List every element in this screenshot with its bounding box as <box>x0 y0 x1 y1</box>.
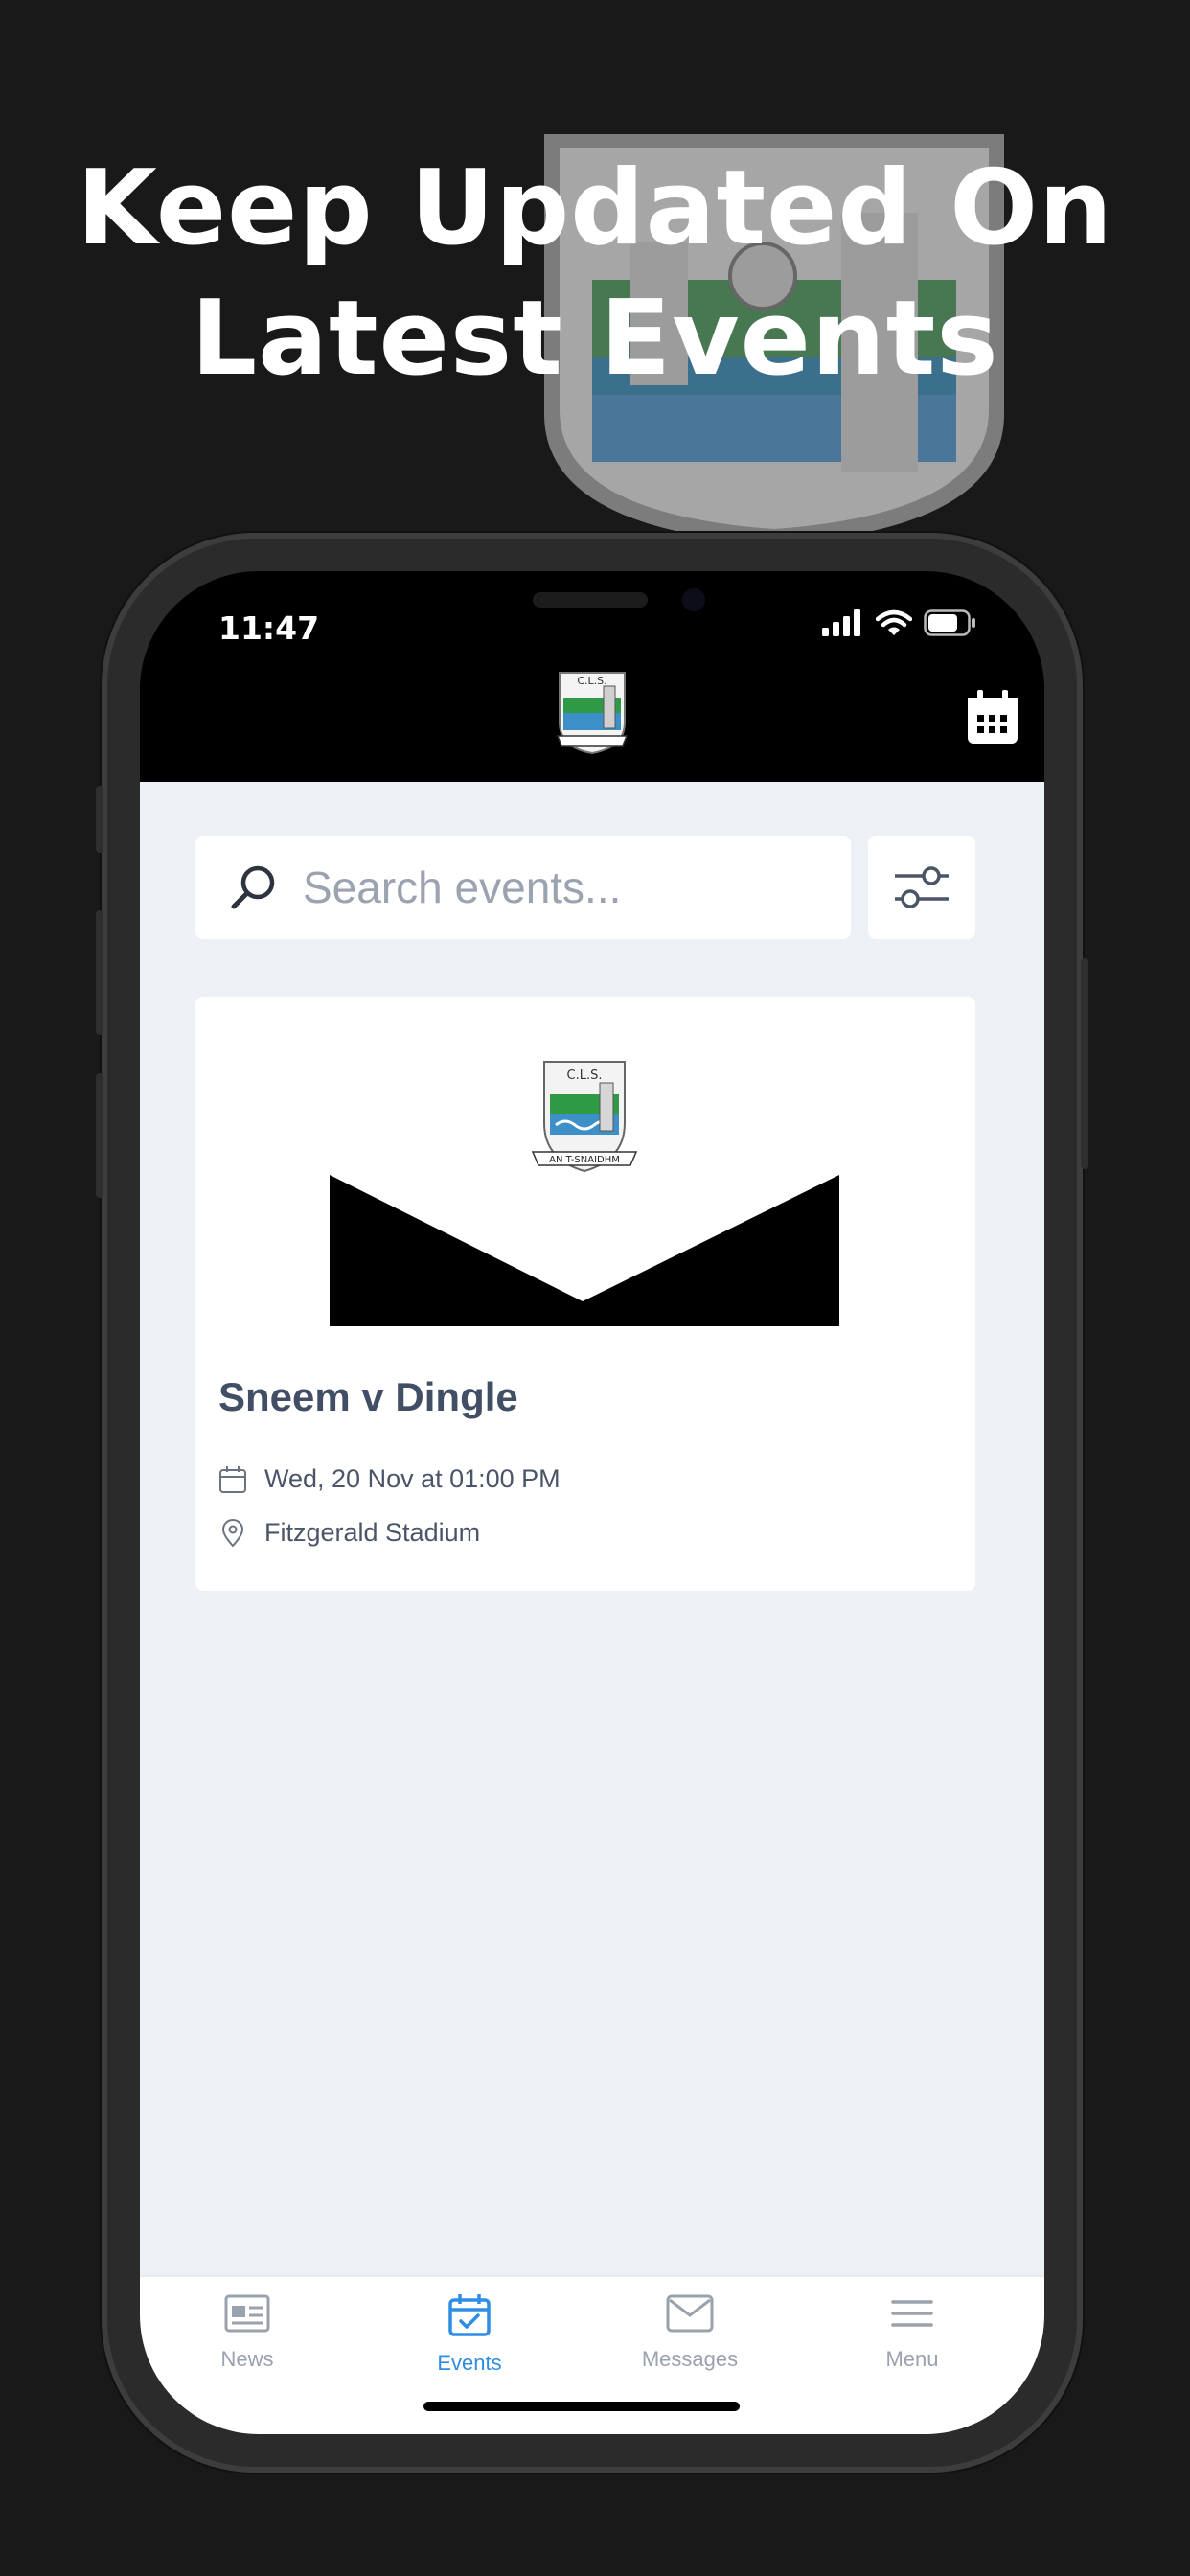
headline: Keep Updated On Latest Events <box>0 144 1190 404</box>
speaker <box>533 592 648 608</box>
tab-events[interactable]: Events <box>374 2292 565 2376</box>
headline-line-1: Keep Updated On <box>77 149 1113 268</box>
front-camera <box>682 588 705 611</box>
phone-side-button <box>96 786 103 853</box>
event-venue: Fitzgerald Stadium <box>264 1518 481 1547</box>
search-input[interactable] <box>301 861 841 914</box>
home-indicator <box>423 2402 740 2411</box>
filter-sliders-icon <box>895 866 949 908</box>
calendar-button[interactable] <box>966 690 1019 746</box>
location-pin-icon <box>221 1518 244 1547</box>
event-date: Wed, 20 Nov at 01:00 PM <box>264 1464 561 1493</box>
phone-power-button <box>1081 958 1088 1169</box>
event-title: Sneem v Dingle <box>218 1374 518 1419</box>
battery-icon <box>924 610 975 636</box>
tab-menu-label: Menu <box>885 2347 939 2371</box>
status-icons <box>822 610 977 636</box>
news-icon <box>224 2294 270 2333</box>
filter-button[interactable] <box>868 836 975 939</box>
event-crest: C.L.S. AN T-SNAIDHM <box>531 1061 638 1173</box>
tab-news-label: News <box>220 2347 274 2371</box>
menu-icon <box>891 2300 933 2327</box>
app-header: C.L.S. <box>140 657 1044 782</box>
phone-volume-up <box>96 910 103 1035</box>
club-crest-logo: C.L.S. <box>556 672 629 755</box>
wifi-icon <box>876 610 912 635</box>
phone-volume-down <box>96 1073 103 1198</box>
tab-events-label: Events <box>437 2351 502 2375</box>
signal-icon <box>822 610 860 636</box>
search-box[interactable] <box>195 836 851 939</box>
tab-news[interactable]: News <box>151 2292 343 2372</box>
search-icon <box>231 865 275 909</box>
messages-icon <box>666 2294 714 2333</box>
calendar-outline-icon <box>219 1465 246 1493</box>
event-image: C.L.S. AN T-SNAIDHM <box>330 1061 839 1326</box>
tab-messages-label: Messages <box>641 2347 739 2371</box>
crest-text: C.L.S. <box>567 1069 603 1083</box>
events-content: C.L.S. AN T-SNAIDHM Sneem v Dingle Wed, … <box>140 782 1044 2275</box>
logo-text: C.L.S. <box>577 675 606 687</box>
event-date-row: Wed, 20 Nov at 01:00 PM <box>218 1464 561 1494</box>
crest-banner-text: AN T-SNAIDHM <box>549 1155 620 1165</box>
tab-menu[interactable]: Menu <box>816 2292 1008 2372</box>
event-venue-row: Fitzgerald Stadium <box>218 1518 480 1548</box>
event-card[interactable]: C.L.S. AN T-SNAIDHM Sneem v Dingle Wed, … <box>195 997 975 1591</box>
tab-messages[interactable]: Messages <box>594 2292 786 2372</box>
status-time: 11:47 <box>218 610 320 647</box>
phone-screen: 11:47 C.L.S. Search events... C.L.S. AN … <box>140 571 1044 2434</box>
events-icon <box>448 2294 491 2336</box>
headline-line-2: Latest Events <box>191 279 999 399</box>
